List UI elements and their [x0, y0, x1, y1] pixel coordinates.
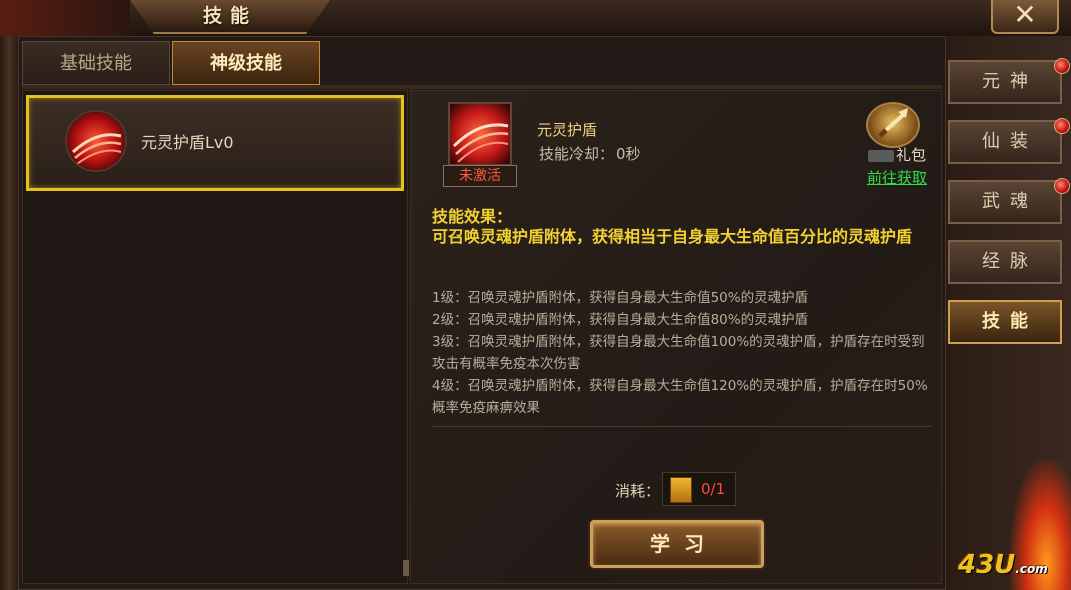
dragon-ornament [0, 0, 130, 36]
effect-title: 技能效果： [432, 207, 513, 226]
skill-name: 元灵护盾 [537, 121, 598, 139]
level-3-description: 3级：召唤灵魂护盾附体，获得自身最大生命值100%的灵魂护盾，护盾存在时受到攻击… [432, 334, 925, 372]
close-button[interactable]: ✕ [991, 0, 1059, 34]
nav-jineng[interactable]: 技能 [948, 300, 1062, 344]
window-title: 技能 [202, 5, 257, 27]
tab-basic-skills[interactable]: 基础技能 [22, 41, 170, 85]
skill-cooldown: 技能冷却： 0秒 [537, 143, 641, 164]
site-watermark: 43U.com [958, 550, 1048, 580]
notification-dot [1054, 118, 1070, 134]
nav-wuhun[interactable]: 武魂 [948, 180, 1062, 224]
skill-item-name: 元灵护盾Lv0 [141, 133, 234, 152]
red-slash-icon [65, 110, 127, 172]
level-4-description: 4级：召唤灵魂护盾附体，获得自身最大生命值120%的灵魂护盾，护盾存在时50%概… [432, 378, 928, 416]
cost-box: 0/1 [662, 472, 736, 506]
list-scrollbar[interactable] [403, 560, 409, 576]
level-2-description: 2级：召唤灵魂护盾附体，获得自身最大生命值80%的灵魂护盾 [432, 312, 809, 328]
nav-yuanshen[interactable]: 元神 [948, 60, 1062, 104]
learn-button[interactable]: 学习 [590, 520, 764, 568]
gift-label-text: 礼包 [895, 146, 926, 164]
close-icon: ✕ [1013, 0, 1037, 31]
level-1-description: 1级：召唤灵魂护盾附体，获得自身最大生命值50%的灵魂护盾 [432, 290, 809, 306]
gift-pack-label: 礼包 [862, 144, 932, 165]
skill-detail-icon [448, 102, 512, 166]
gift-pack-icon[interactable] [866, 102, 920, 148]
detail-divider [432, 426, 932, 427]
watermark-main: 43U [958, 550, 1016, 580]
skill-book-icon [670, 477, 692, 503]
skill-list-item[interactable]: 元灵护盾Lv0 [26, 95, 404, 191]
level-descriptions: 1级：召唤灵魂护盾附体，获得自身最大生命值50%的灵魂护盾 2级：召唤灵魂护盾附… [432, 287, 932, 419]
nav-xianzhuang[interactable]: 仙装 [948, 120, 1062, 164]
tab-divine-skills[interactable]: 神级技能 [172, 41, 320, 85]
go-get-link[interactable]: 前往获取 [862, 167, 932, 188]
status-badge: 未激活 [443, 165, 517, 187]
watermark-suffix: .com [1015, 562, 1048, 576]
notification-dot [1054, 58, 1070, 74]
blurred-text [867, 149, 894, 162]
notification-dot [1054, 178, 1070, 194]
tab-divider [22, 85, 942, 89]
learn-button-label: 学习 [650, 532, 718, 556]
cost-value: 0/1 [701, 480, 726, 498]
cost-label: 消耗： [615, 482, 661, 500]
cooldown-label: 技能冷却： [539, 145, 615, 163]
nav-jingmai[interactable]: 经脉 [948, 240, 1062, 284]
left-border-ornament [0, 36, 18, 590]
effect-description: 可召唤灵魂护盾附体，获得相当于自身最大生命值百分比的灵魂护盾 [432, 227, 913, 246]
cooldown-value: 0秒 [616, 145, 641, 163]
